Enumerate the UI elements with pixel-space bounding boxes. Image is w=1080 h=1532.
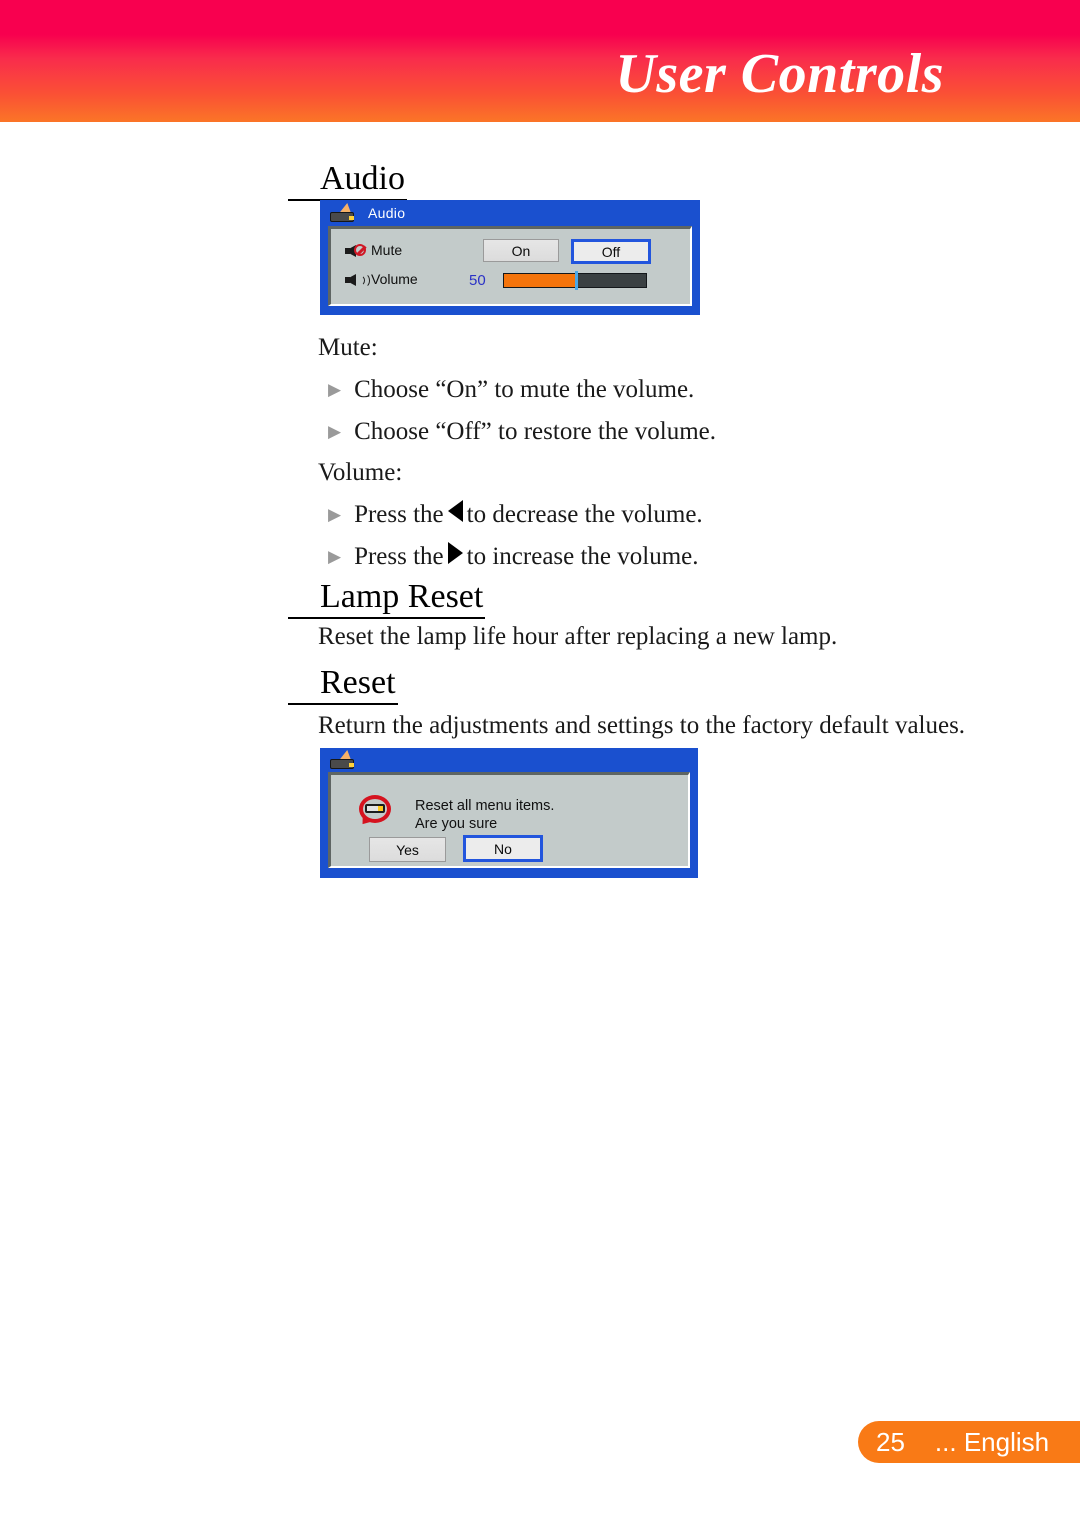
audio-osd-title: Audio xyxy=(368,205,406,221)
volume-bullet-2-before: Press the xyxy=(354,543,444,570)
reset-yes-button[interactable]: Yes xyxy=(369,837,446,862)
volume-bullet-2: ▶ Press the to increase the volume. xyxy=(328,542,699,571)
reset-osd-titlebar xyxy=(320,748,698,772)
volume-label-text: Volume: xyxy=(318,459,403,486)
speaker-volume-icon xyxy=(345,272,370,288)
bullet-triangle-icon: ▶ xyxy=(328,422,342,441)
reset-body: Return the adjustments and settings to t… xyxy=(318,712,966,739)
speaker-mute-icon xyxy=(345,243,366,258)
mute-label-text: Mute: xyxy=(318,334,378,361)
left-triangle-icon xyxy=(447,500,463,522)
page-footer: 25 ... English xyxy=(858,1421,1080,1463)
heading-lamp-reset-label: Lamp Reset xyxy=(320,578,484,615)
volume-bullet-2-after: to increase the volume. xyxy=(466,543,699,570)
audio-row-mute-label: Mute xyxy=(371,242,403,258)
heading-rule xyxy=(288,617,486,619)
mute-off-button[interactable]: Off xyxy=(571,239,651,264)
volume-value: 50 xyxy=(469,272,486,289)
page-title: User Controls xyxy=(615,43,944,105)
audio-row-volume: Volume xyxy=(345,271,418,288)
bullet-triangle-icon: ▶ xyxy=(328,547,342,566)
footer-language: ... English xyxy=(934,1426,1050,1457)
heading-audio-label: Audio xyxy=(320,160,405,197)
page-header-banner: User Controls xyxy=(0,0,1080,122)
volume-bullet-1-before: Press the xyxy=(354,501,444,528)
audio-osd-titlebar: Audio xyxy=(320,200,700,226)
volume-slider-fill xyxy=(504,274,575,287)
bullet-triangle-icon: ▶ xyxy=(328,380,342,399)
right-triangle-icon xyxy=(447,542,463,564)
mute-bullet-2: ▶ Choose “Off” to restore the volume. xyxy=(328,418,716,446)
heading-reset: Reset xyxy=(288,664,398,705)
volume-bullet-1-after: to decrease the volume. xyxy=(466,501,703,528)
bullet-triangle-icon: ▶ xyxy=(328,505,342,524)
volume-slider[interactable] xyxy=(503,271,647,290)
mute-off-button-label: Off xyxy=(601,243,621,260)
reset-osd-dialog[interactable]: Reset all menu items. Are you sure Yes N… xyxy=(320,748,698,878)
volume-slider-cursor[interactable] xyxy=(575,271,578,290)
projector-icon xyxy=(330,203,356,223)
reset-no-button[interactable]: No xyxy=(463,835,543,862)
volume-bullet-1: ▶ Press the to decrease the volume. xyxy=(328,500,703,529)
projector-icon xyxy=(330,750,356,770)
reset-circular-arrow-icon xyxy=(357,795,393,828)
heading-audio: Audio xyxy=(288,160,407,201)
reset-osd-panel: Reset all menu items. Are you sure Yes N… xyxy=(328,772,690,868)
heading-lamp-reset: Lamp Reset xyxy=(288,578,486,619)
heading-reset-label: Reset xyxy=(320,664,396,701)
heading-rule xyxy=(288,703,398,705)
reset-no-button-label: No xyxy=(494,840,512,857)
lamp-reset-body: Reset the lamp life hour after replacing… xyxy=(318,623,838,650)
audio-osd-dialog[interactable]: Audio Mute On Off Volume 50 xyxy=(320,200,700,315)
mute-bullet-1-text: Choose “On” to mute the volume. xyxy=(354,376,695,403)
mute-bullet-1: ▶ Choose “On” to mute the volume. xyxy=(328,376,694,404)
mute-bullet-2-text: Choose “Off” to restore the volume. xyxy=(354,418,717,445)
audio-osd-panel: Mute On Off Volume 50 xyxy=(328,226,692,306)
reset-yes-button-label: Yes xyxy=(396,841,419,858)
audio-row-mute: Mute xyxy=(345,242,402,258)
footer-page-number: 25 xyxy=(876,1426,905,1457)
mute-on-button-label: On xyxy=(511,242,531,259)
reset-confirm-message: Reset all menu items. Are you sure xyxy=(415,798,555,832)
audio-row-volume-label: Volume xyxy=(371,271,418,287)
mute-on-button[interactable]: On xyxy=(483,239,559,262)
